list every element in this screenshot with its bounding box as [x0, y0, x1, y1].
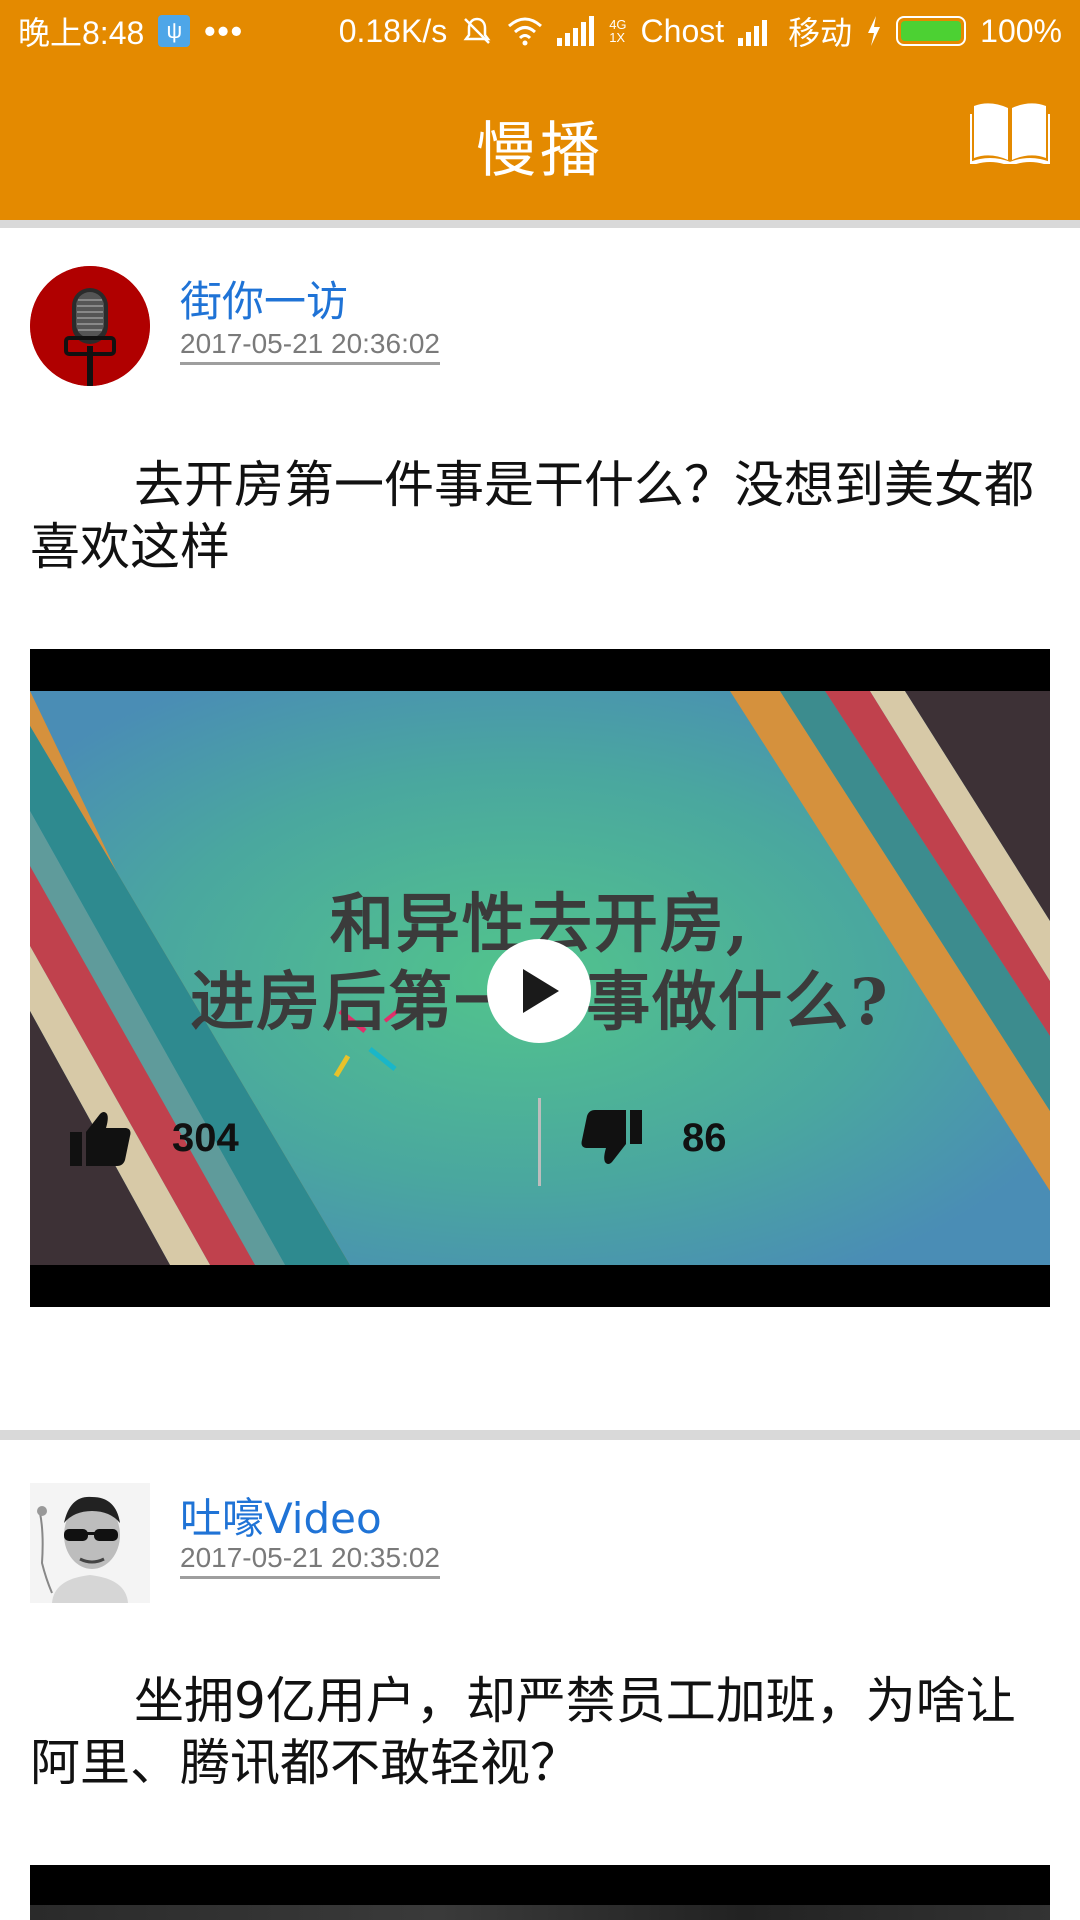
post-time: 2017-05-21 20:36:02: [180, 328, 440, 365]
charging-icon: [868, 16, 881, 46]
vote-divider: [538, 1098, 541, 1186]
status-bar: 晚上8:48 ψ ••• 0.18K/s 4G 1X Chost 移动 100%: [0, 0, 1080, 62]
play-icon: [523, 969, 559, 1013]
person-avatar-icon: [30, 1483, 150, 1603]
thumbs-up-icon: [70, 1112, 131, 1166]
carrier-1: Chost: [640, 12, 725, 49]
usb-icon: ψ: [158, 15, 191, 47]
thumbs-down-icon: [581, 1110, 642, 1164]
vote-bar: 304 86: [0, 1088, 1080, 1188]
signal-icon-sim2: [738, 20, 768, 46]
battery-icon: [896, 16, 967, 46]
play-button[interactable]: [487, 939, 591, 1043]
status-time: 晚上8:48: [18, 15, 145, 51]
network-type: 4G 1X: [609, 17, 627, 45]
video-thumbnail: [30, 1905, 1050, 1920]
net-speed: 0.18K/s: [338, 12, 448, 49]
post-time: 2017-05-21 20:35:02: [180, 1542, 440, 1579]
more-notifications-icon: •••: [204, 12, 244, 49]
microphone-icon: [30, 266, 150, 386]
like-button[interactable]: 304: [70, 1088, 239, 1188]
avatar[interactable]: [30, 266, 150, 386]
video-player[interactable]: 和异性去开房, 进房后第一件事做什么?: [30, 649, 1050, 1307]
author-name[interactable]: 吐嚎Video: [180, 1485, 382, 1546]
mute-bell-icon: [463, 17, 491, 44]
post-headline[interactable]: 坐拥9亿用户，却严禁员工加班，为啥让阿里、腾讯都不敢轻视？: [30, 1670, 1050, 1794]
post-headline[interactable]: 去开房第一件事是干什么？没想到美女都喜欢这样: [30, 454, 1050, 578]
page-title: 慢播: [476, 116, 604, 186]
avatar[interactable]: [30, 1483, 150, 1603]
video-player[interactable]: [30, 1865, 1050, 1920]
battery-percent: 100%: [980, 12, 1062, 49]
feed-item[interactable]: 吐嚎Video 2017-05-21 20:35:02 坐拥9亿用户，却严禁员工…: [0, 1450, 1080, 1920]
app-header: 慢播: [0, 62, 1080, 228]
book-icon[interactable]: [970, 100, 1050, 164]
signal-icon-sim1: [557, 16, 595, 46]
author-name[interactable]: 街你一访: [180, 268, 348, 329]
dislike-count: 86: [682, 1115, 727, 1160]
carrier-2: 移动: [788, 15, 853, 51]
like-count: 304: [172, 1115, 239, 1160]
wifi-icon: [508, 17, 543, 46]
dislike-button[interactable]: 86: [580, 1088, 727, 1188]
feed-item[interactable]: 街你一访 2017-05-21 20:36:02 去开房第一件事是干什么？没想到…: [0, 236, 1080, 1440]
